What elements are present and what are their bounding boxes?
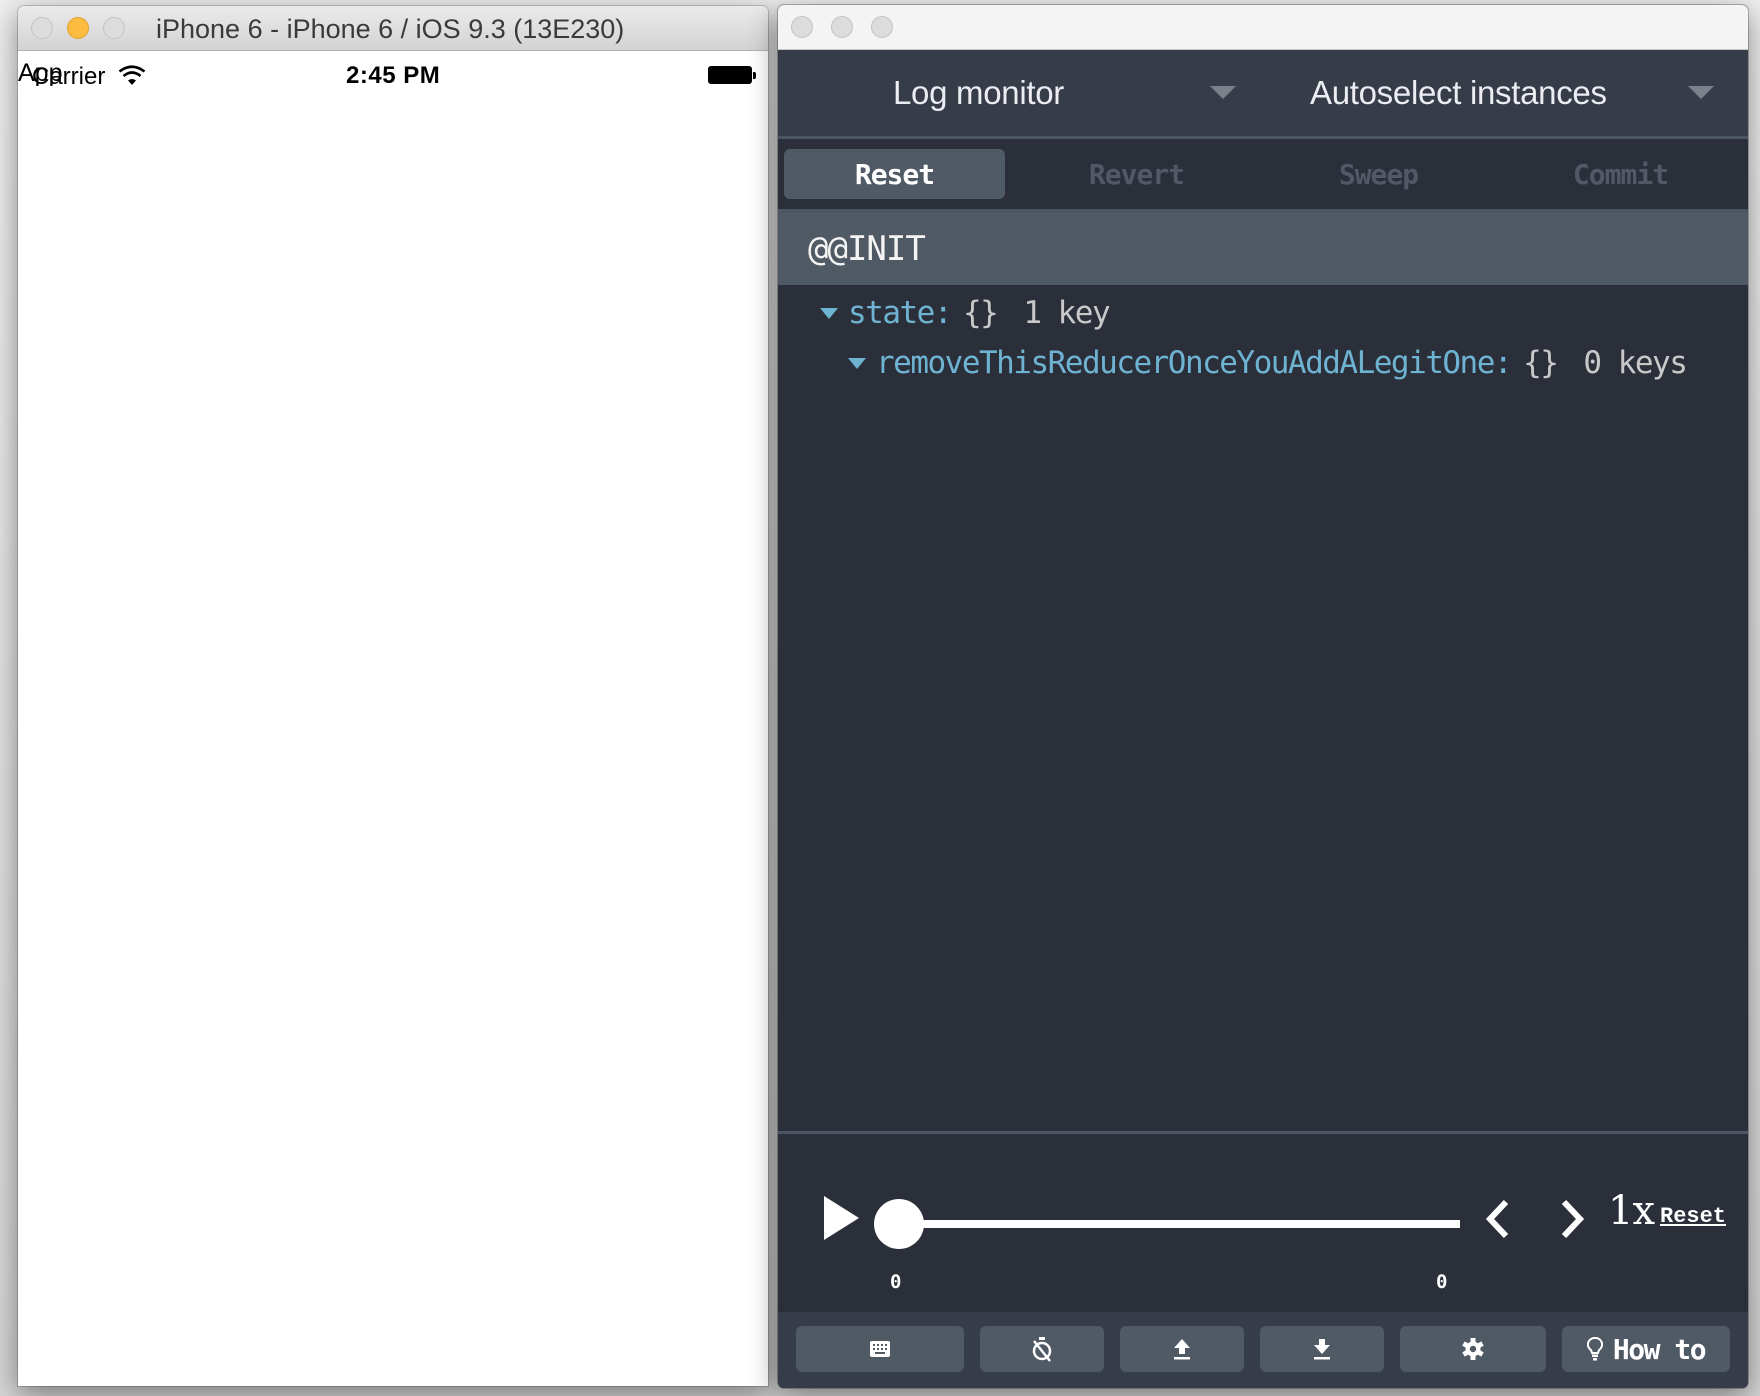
window-title: iPhone 6 - iPhone 6 / iOS 9.3 (13E230) bbox=[156, 14, 625, 44]
download-icon bbox=[1314, 1339, 1330, 1360]
slider-handle[interactable] bbox=[874, 1199, 924, 1249]
zoom-button[interactable] bbox=[103, 17, 125, 39]
instance-select[interactable]: Autoselect instances bbox=[1273, 50, 1748, 136]
chevron-down-icon bbox=[1210, 86, 1236, 99]
caret-down-icon[interactable] bbox=[848, 357, 866, 369]
tree-type: {} bbox=[962, 295, 999, 331]
battery-icon bbox=[708, 66, 756, 84]
chevron-down-icon bbox=[1688, 86, 1714, 99]
minimize-button[interactable] bbox=[67, 17, 89, 39]
devtools-window: Log monitor Autoselect instances Reset R… bbox=[778, 5, 1748, 1388]
monitor-select[interactable]: Log monitor bbox=[778, 50, 1273, 136]
commit-button[interactable]: Commit bbox=[1510, 149, 1731, 199]
action-item[interactable]: @@INIT bbox=[778, 213, 1748, 285]
export-button[interactable] bbox=[1120, 1326, 1244, 1372]
close-button[interactable] bbox=[791, 16, 813, 38]
status-time: 2:45 PM bbox=[346, 62, 441, 89]
simulator-titlebar: iPhone 6 - iPhone 6 / iOS 9.3 (13E230) bbox=[18, 6, 768, 51]
settings-button[interactable] bbox=[1400, 1326, 1546, 1372]
import-button[interactable] bbox=[1260, 1326, 1384, 1372]
devtools-titlebar bbox=[778, 5, 1748, 50]
play-icon[interactable] bbox=[824, 1196, 859, 1240]
slider-monitor: 0 0 1x Reset bbox=[778, 1131, 1748, 1315]
action-buttons-bar: Reset Revert Sweep Commit bbox=[778, 139, 1748, 213]
speed-reset-link[interactable]: Reset bbox=[1660, 1204, 1726, 1229]
wifi-icon bbox=[118, 65, 146, 85]
reset-button[interactable]: Reset bbox=[784, 149, 1005, 199]
tree-summary: 0 keys bbox=[1583, 345, 1687, 381]
minimize-button[interactable] bbox=[831, 16, 853, 38]
revert-button[interactable]: Revert bbox=[1026, 149, 1247, 199]
stopwatch-off-icon bbox=[1032, 1337, 1052, 1362]
previous-icon[interactable] bbox=[1478, 1196, 1518, 1242]
next-icon[interactable] bbox=[1552, 1196, 1592, 1242]
tree-node[interactable]: state: {} 1 key bbox=[820, 295, 1111, 331]
tree-node[interactable]: removeThisReducerOnceYouAddALegitOne: {}… bbox=[848, 345, 1688, 381]
ios-status-bar: Carrier App 2:45 PM bbox=[18, 51, 768, 91]
close-button[interactable] bbox=[31, 17, 53, 39]
simulator-window: iPhone 6 - iPhone 6 / iOS 9.3 (13E230) C… bbox=[18, 6, 768, 1386]
dispatcher-button[interactable] bbox=[796, 1326, 964, 1372]
footer-toolbar: How to bbox=[778, 1312, 1748, 1388]
app-label: App bbox=[18, 59, 63, 87]
instance-select-value: Autoselect instances bbox=[1310, 74, 1607, 111]
slider-max-label: 0 bbox=[1436, 1271, 1448, 1293]
how-to-label: How to bbox=[1612, 1332, 1707, 1366]
upload-icon bbox=[1174, 1339, 1190, 1360]
caret-down-icon[interactable] bbox=[820, 307, 838, 319]
slider-track[interactable] bbox=[899, 1220, 1460, 1228]
lightbulb-icon bbox=[1586, 1337, 1603, 1361]
tree-summary: 1 key bbox=[1023, 295, 1110, 331]
monitor-select-value: Log monitor bbox=[893, 74, 1064, 111]
how-to-button[interactable]: How to bbox=[1562, 1326, 1730, 1372]
persist-button[interactable] bbox=[980, 1326, 1104, 1372]
tree-key: state: bbox=[848, 295, 952, 331]
slider-min-label: 0 bbox=[890, 1271, 902, 1293]
action-name: @@INIT bbox=[808, 229, 926, 269]
keyboard-icon bbox=[870, 1341, 890, 1357]
devtools-header: Log monitor Autoselect instances bbox=[778, 50, 1748, 139]
gear-icon bbox=[1462, 1338, 1484, 1360]
speed-select[interactable]: 1x bbox=[1608, 1188, 1655, 1234]
zoom-button[interactable] bbox=[871, 16, 893, 38]
tree-type: {} bbox=[1523, 345, 1559, 381]
sweep-button[interactable]: Sweep bbox=[1268, 149, 1489, 199]
tree-key: removeThisReducerOnceYouAddALegitOne: bbox=[876, 345, 1513, 381]
